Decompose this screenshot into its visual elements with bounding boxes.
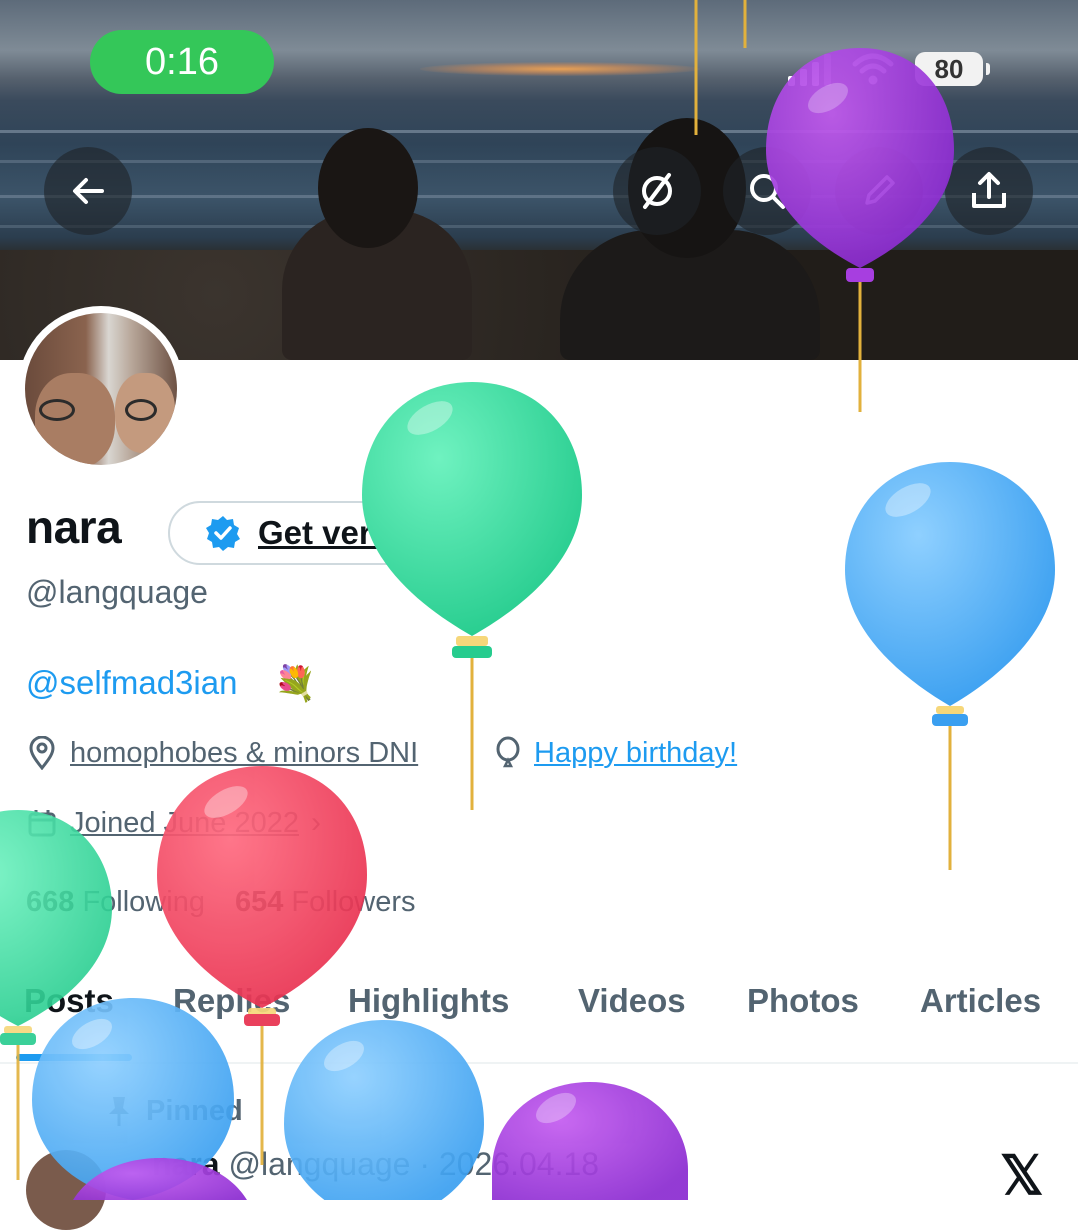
post-date: · 2026.04.18 <box>419 1146 600 1182</box>
location-pin-icon <box>29 736 55 770</box>
search-icon <box>750 174 785 209</box>
post-handle[interactable]: @langquage <box>228 1146 410 1182</box>
post-author[interactable]: nara <box>152 1146 220 1182</box>
profile-tabs: Posts Replies Highlights Videos Photos A… <box>0 980 1078 1064</box>
follow-stats: 668 Following 654 Followers <box>26 886 416 919</box>
wifi-icon <box>852 53 894 85</box>
battery-indicator: 80 <box>915 52 990 86</box>
tab-articles[interactable]: Articles <box>920 982 1041 1020</box>
tab-replies[interactable]: Replies <box>173 982 290 1020</box>
grok-button[interactable] <box>613 147 701 235</box>
profile-name: nara <box>26 501 122 553</box>
get-verified-label: Get verified <box>258 514 440 551</box>
bouquet-emoji: 💐 <box>274 665 317 703</box>
bio-mention-link[interactable]: @selfmad3ian <box>26 664 237 702</box>
location-row: homophobes & minors DNI <box>26 736 418 770</box>
tab-videos[interactable]: Videos <box>578 982 686 1020</box>
calendar-icon <box>28 810 56 837</box>
balloon-icon <box>496 736 520 768</box>
share-button[interactable] <box>945 147 1033 235</box>
tab-photos[interactable]: Photos <box>747 982 859 1020</box>
slash-circle-icon <box>642 173 672 209</box>
share-icon <box>972 172 1006 208</box>
birthday-row[interactable]: Happy birthday! <box>494 736 737 770</box>
edit-button[interactable] <box>835 147 923 235</box>
back-button[interactable] <box>44 147 132 235</box>
sunset-glow <box>420 62 700 76</box>
x-logo-icon: 𝕏 <box>1000 1146 1044 1206</box>
profile-handle: @langquage <box>26 574 208 610</box>
pin-icon <box>109 1097 129 1126</box>
post-header: nara @langquage · 2026.04.18 <box>152 1146 599 1183</box>
arrow-left-icon <box>73 178 104 204</box>
birthday-link[interactable]: Happy birthday! <box>534 737 737 770</box>
pinned-label-row: Pinned <box>104 1094 243 1128</box>
verified-badge-icon <box>206 516 240 551</box>
avatar-photo <box>25 313 177 465</box>
tab-posts[interactable]: Posts <box>24 982 114 1020</box>
status-time: 0:16 <box>90 30 274 94</box>
blue-balloon <box>845 462 1055 870</box>
pencil-icon <box>865 175 895 205</box>
pinned-label: Pinned <box>146 1094 243 1127</box>
active-tab-indicator <box>16 1054 132 1061</box>
joined-row: Joined June 2022 › <box>26 806 321 840</box>
get-verified-button[interactable]: Get verified <box>168 501 490 565</box>
tab-highlights[interactable]: Highlights <box>348 982 509 1020</box>
location-text: homophobes & minors DNI <box>70 736 419 769</box>
post-avatar[interactable] <box>26 1150 106 1230</box>
search-button[interactable] <box>723 147 811 235</box>
status-icons: 80 <box>788 52 990 86</box>
avatar[interactable] <box>18 306 184 472</box>
signal-icon <box>788 52 831 86</box>
followers-link[interactable]: 654 Followers <box>235 886 416 919</box>
chevron-right-icon: › <box>310 806 321 839</box>
joined-text[interactable]: Joined June 2022 <box>70 807 299 840</box>
following-link[interactable]: 668 Following <box>26 886 205 919</box>
